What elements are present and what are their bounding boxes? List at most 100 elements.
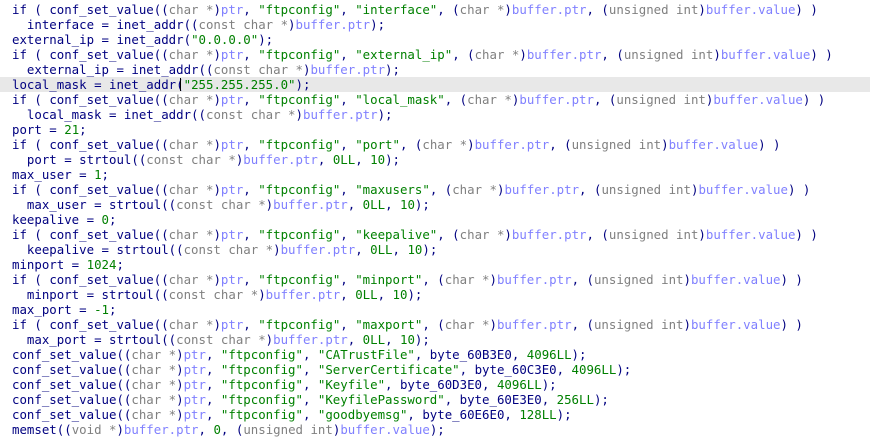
code-token: ,: [243, 47, 259, 62]
code-line[interactable]: memset((void *)buffer.ptr, 0, (unsigned …: [0, 422, 870, 437]
code-token: inet_addr: [109, 77, 177, 92]
code-token: ): [213, 227, 221, 242]
code-token: ((: [153, 272, 169, 287]
code-line[interactable]: minport = 1024;: [0, 257, 870, 272]
code-token: char *: [168, 47, 214, 62]
code-token: );: [541, 377, 557, 392]
code-token: buffer.ptr: [302, 107, 378, 122]
code-token: ): [213, 137, 221, 152]
code-line[interactable]: conf_set_value((char *)ptr, "ftpconfig",…: [0, 377, 870, 392]
code-token: char *: [168, 227, 214, 242]
code-token: "ftpconfig": [258, 137, 341, 152]
code-token: 4096LL: [571, 362, 617, 377]
code-line[interactable]: local_mask = inet_addr((const char *)buf…: [0, 107, 870, 122]
code-line[interactable]: if ( conf_set_value((char *)ptr, "ftpcon…: [0, 47, 870, 62]
code-token: buffer.ptr: [496, 272, 572, 287]
code-token: strtoul: [116, 242, 169, 257]
code-token: const char *: [183, 242, 274, 257]
code-token: keepalive: [12, 212, 80, 227]
code-token: unsigned int: [608, 2, 699, 17]
code-token: "ftpconfig": [258, 317, 341, 332]
code-line[interactable]: if ( conf_set_value((char *)ptr, "ftpcon…: [0, 227, 870, 242]
code-token: "maxport": [355, 317, 423, 332]
code-line[interactable]: if ( conf_set_value((char *)ptr, "ftpcon…: [0, 92, 870, 107]
code-token: ((: [153, 317, 169, 332]
code-token: ): [213, 272, 221, 287]
code-line[interactable]: interface = inet_addr((const char *)buff…: [0, 17, 870, 32]
code-token: port: [12, 122, 42, 137]
code-line[interactable]: conf_set_value((char *)ptr, "ftpconfig",…: [0, 347, 870, 362]
code-token: -1: [94, 302, 109, 317]
code-token: "ftpconfig": [258, 92, 341, 107]
code-token: if: [12, 47, 27, 62]
code-line[interactable]: keepalive = 0;: [0, 212, 870, 227]
code-token: );: [571, 347, 587, 362]
code-token: 4096LL: [526, 347, 572, 362]
code-line[interactable]: if ( conf_set_value((char *)ptr, "ftpcon…: [0, 182, 870, 197]
code-token: ptr: [183, 362, 206, 377]
code-token: buffer.value: [698, 182, 788, 197]
code-token: max_port: [26, 332, 87, 347]
code-line[interactable]: external_ip = inet_addr((const char *)bu…: [0, 62, 870, 77]
code-token: strtoul: [79, 152, 132, 167]
code-token: "ftpconfig": [258, 182, 341, 197]
code-token: max_port: [12, 302, 72, 317]
code-token: buffer.ptr: [273, 332, 348, 347]
code-token: const char *: [198, 17, 289, 32]
code-token: ,: [205, 377, 221, 392]
code-token: conf_set_value: [12, 407, 117, 422]
code-token: external_ip: [12, 32, 95, 47]
code-token: );: [295, 77, 311, 92]
code-line[interactable]: if ( conf_set_value((char *)ptr, "ftpcon…: [0, 2, 870, 17]
code-token: ;: [109, 212, 117, 227]
code-token: ): [176, 347, 184, 362]
code-line[interactable]: max_user = 1;: [0, 167, 870, 182]
code-line[interactable]: max_port = strtoul((const char *)buffer.…: [0, 332, 870, 347]
code-token: byte_60E6E0: [422, 407, 505, 422]
code-token: buffer.value: [690, 272, 781, 287]
code-token: =: [86, 332, 109, 347]
code-token: ,: [459, 362, 475, 377]
code-line[interactable]: if ( conf_set_value((char *)ptr, "ftpcon…: [0, 137, 870, 152]
code-token: ((: [153, 92, 169, 107]
code-token: ptr: [183, 392, 206, 407]
code-token: ): [176, 362, 184, 377]
code-token: ): [467, 137, 475, 152]
code-token: ptr: [220, 2, 244, 17]
code-token: max_user: [12, 167, 72, 182]
code-token: =: [94, 242, 117, 257]
code-line[interactable]: port = strtoul((const char *)buffer.ptr,…: [0, 152, 870, 167]
code-token: , (: [571, 272, 594, 287]
code-token: ptr: [183, 407, 206, 422]
code-line[interactable]: keepalive = strtoul((const char *)buffer…: [0, 242, 870, 257]
code-token: ((: [183, 17, 199, 32]
code-line[interactable]: minport = strtoul((const char *)buffer.p…: [0, 287, 870, 302]
code-line[interactable]: conf_set_value((char *)ptr, "ftpconfig",…: [0, 362, 870, 377]
code-token: char *: [131, 362, 177, 377]
code-line[interactable]: if ( conf_set_value((char *)ptr, "ftpcon…: [0, 272, 870, 287]
code-token: "minport": [355, 272, 423, 287]
code-line[interactable]: max_user = strtoul((const char *)buffer.…: [0, 197, 870, 212]
code-token: =: [108, 62, 132, 77]
pseudocode-view[interactable]: if ( conf_set_value((char *)ptr, "ftpcon…: [0, 0, 870, 440]
code-line[interactable]: conf_set_value((char *)ptr, "ftpconfig",…: [0, 392, 870, 407]
code-token: inet_addr: [131, 62, 199, 77]
code-token: ,: [205, 407, 221, 422]
code-line[interactable]: if ( conf_set_value((char *)ptr, "ftpcon…: [0, 317, 870, 332]
code-line[interactable]: max_port = -1;: [0, 302, 870, 317]
code-token: );: [414, 332, 430, 347]
code-token: buffer.value: [713, 92, 803, 107]
code-line[interactable]: local_mask = inet_addr("255.255.255.0");: [0, 77, 870, 92]
code-token: conf_set_value: [49, 137, 154, 152]
code-token: "port": [355, 137, 400, 152]
code-token: const char *: [213, 62, 303, 77]
code-token: ,: [385, 377, 400, 392]
code-line[interactable]: external_ip = inet_addr("0.0.0.0");: [0, 32, 870, 47]
code-line[interactable]: conf_set_value((char *)ptr, "ftpconfig",…: [0, 407, 870, 422]
code-token: ,: [385, 332, 400, 347]
code-token: ,: [340, 317, 356, 332]
code-token: ((: [153, 227, 169, 242]
code-token: "maxusers": [355, 182, 430, 197]
code-token: ((: [116, 377, 132, 392]
code-line[interactable]: port = 21;: [0, 122, 870, 137]
